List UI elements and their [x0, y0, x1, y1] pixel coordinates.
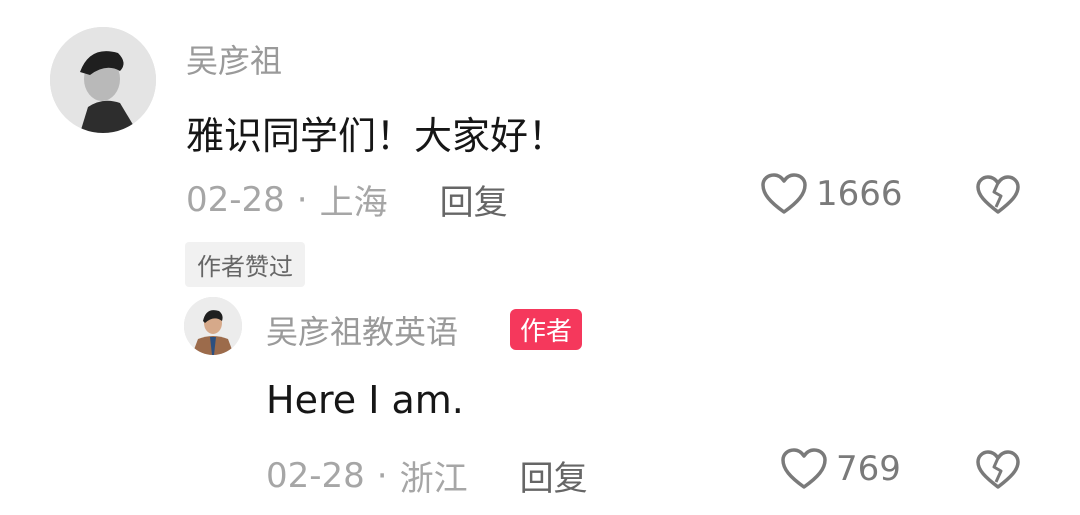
reply-avatar[interactable]: [184, 297, 242, 355]
meta-separator: ·: [296, 179, 308, 220]
comment-meta: 02-28 · 上海 回复: [186, 175, 508, 224]
comment-like-count: 1666: [816, 174, 903, 214]
broken-heart-icon: [976, 175, 1020, 214]
commenter-name[interactable]: 吴彦祖: [186, 36, 282, 82]
reply-text: Here I am.: [266, 378, 464, 422]
comment-like-button[interactable]: 1666: [760, 172, 903, 216]
reply-button[interactable]: 回复: [440, 175, 508, 224]
broken-heart-icon: [976, 450, 1020, 489]
comment-text: 雅识同学们！大家好！: [186, 114, 567, 158]
heart-outline-icon: [781, 448, 827, 489]
comment-date: 02-28: [186, 179, 285, 220]
heart-outline-icon: [761, 173, 807, 214]
reply-reply-button[interactable]: 回复: [520, 451, 588, 500]
meta-separator: ·: [376, 455, 388, 496]
comment-location: 上海: [319, 183, 388, 223]
reply-date: 02-28: [266, 455, 365, 496]
commenter-avatar[interactable]: [50, 27, 156, 133]
reply-like-count: 769: [836, 449, 901, 489]
reply-dislike-button[interactable]: [975, 449, 1021, 491]
reply-location: 浙江: [399, 459, 468, 499]
liked-by-author-tag: 作者赞过: [185, 242, 305, 287]
reply-like-button[interactable]: 769: [780, 447, 901, 491]
reply-author-name[interactable]: 吴彦祖教英语: [266, 307, 458, 353]
reply-meta: 02-28 · 浙江 回复: [266, 451, 588, 500]
comment-dislike-button[interactable]: [975, 174, 1021, 216]
author-badge: 作者: [510, 309, 583, 350]
